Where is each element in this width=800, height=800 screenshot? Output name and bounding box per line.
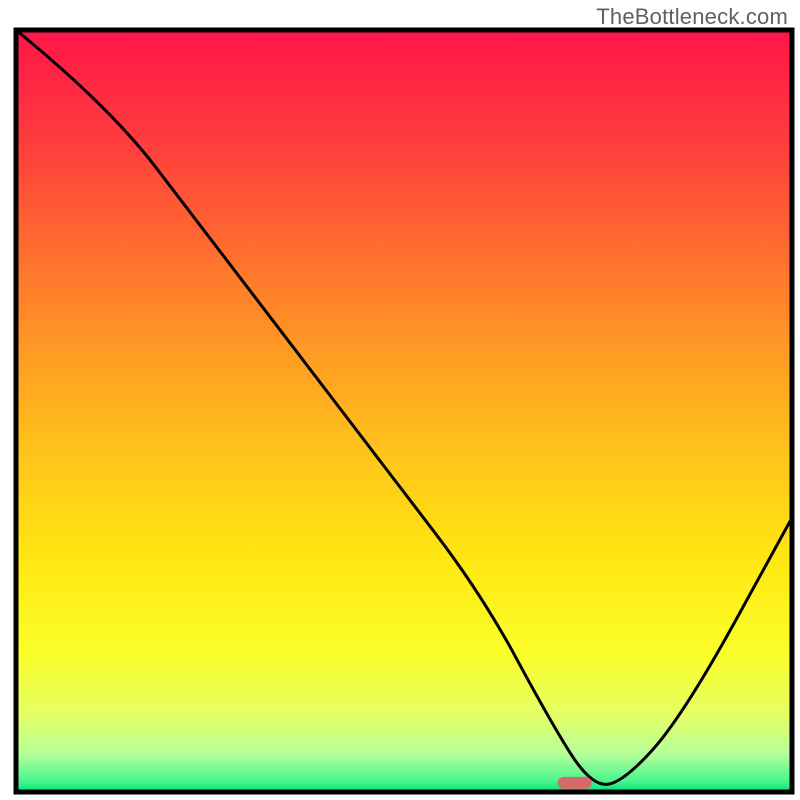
watermark-label: TheBottleneck.com [596, 4, 788, 30]
bottleneck-chart: TheBottleneck.com [0, 0, 800, 800]
optimal-marker [558, 777, 592, 789]
chart-svg [0, 0, 800, 800]
gradient-background [16, 30, 792, 792]
